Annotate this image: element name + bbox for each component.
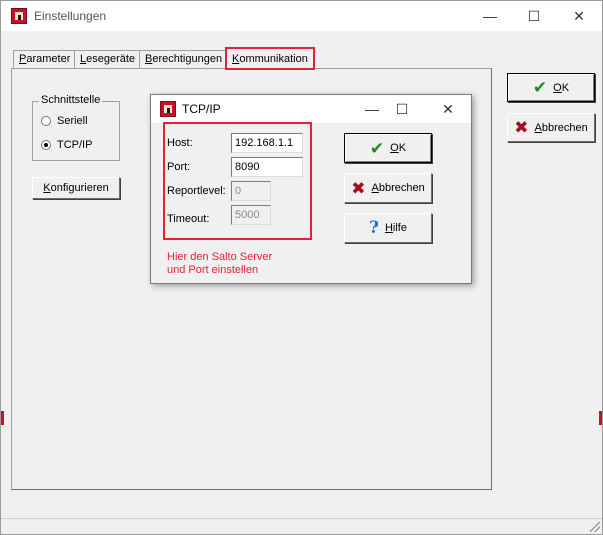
- radio-seriell[interactable]: Seriell: [41, 115, 88, 127]
- main-cancel-button[interactable]: ✖ Abbrechen: [507, 113, 595, 142]
- timeout-label: Timeout:: [167, 213, 210, 225]
- interface-group-label: Schnittstelle: [39, 94, 103, 106]
- help-icon: ?: [369, 217, 379, 238]
- timeout-input: [231, 205, 271, 225]
- status-bar: [1, 518, 602, 534]
- cross-icon: ✖: [514, 118, 529, 137]
- dialog-maximize-button[interactable]: ☐: [387, 98, 417, 120]
- dialog-help-button[interactable]: ? Hilfe: [344, 213, 432, 243]
- radio-tcpip-circle[interactable]: [41, 140, 51, 150]
- dialog-title-bar: TCP/IP — ☐ ✕: [151, 95, 471, 123]
- tab-kommunikation[interactable]: Kommunikation: [225, 47, 315, 70]
- note-line-2: und Port einstellen: [167, 264, 259, 276]
- edge-mark-left: [1, 411, 4, 425]
- minimize-button[interactable]: —: [475, 5, 505, 27]
- tab-parameter[interactable]: Parameter: [13, 50, 77, 69]
- tcpip-dialog: TCP/IP — ☐ ✕ Host: Port: Reportlevel: Ti…: [150, 94, 472, 284]
- radio-tcpip[interactable]: TCP/IP: [41, 139, 92, 151]
- size-grip[interactable]: [590, 522, 600, 532]
- reportlevel-label: Reportlevel:: [167, 185, 226, 197]
- note-line-1: Hier den Salto Server: [167, 251, 273, 263]
- host-label: Host:: [167, 137, 193, 149]
- dialog-check-icon: ✔: [369, 138, 385, 158]
- radio-seriell-label: Seriell: [57, 115, 88, 127]
- port-input[interactable]: [231, 157, 303, 177]
- check-icon: ✔: [532, 78, 548, 97]
- reportlevel-input: [231, 181, 271, 201]
- radio-seriell-circle[interactable]: [41, 116, 51, 126]
- host-input[interactable]: [231, 133, 303, 153]
- dialog-app-icon: [160, 101, 176, 117]
- close-button[interactable]: ✕: [564, 5, 594, 27]
- dialog-title: TCP/IP: [182, 102, 221, 116]
- main-ok-button[interactable]: ✔ OK: [507, 73, 595, 102]
- edge-mark-right: [599, 411, 602, 425]
- main-title-bar: Einstellungen — ☐ ✕: [1, 1, 602, 31]
- app-icon: [11, 8, 27, 24]
- salto-server-note: Hier den Salto Server und Port einstelle…: [167, 251, 272, 277]
- configure-button[interactable]: Konfigurieren: [32, 177, 120, 199]
- maximize-button[interactable]: ☐: [519, 5, 549, 27]
- interface-groupbox: Schnittstelle Seriell TCP/IP: [32, 94, 120, 161]
- port-label: Port:: [167, 161, 191, 173]
- window-title: Einstellungen: [34, 9, 107, 23]
- tab-berechtigungen[interactable]: Berechtigungen: [139, 50, 229, 69]
- dialog-cancel-button[interactable]: ✖ Abbrechen: [344, 173, 432, 203]
- dialog-close-button[interactable]: ✕: [433, 98, 463, 120]
- dialog-minimize-button[interactable]: —: [357, 98, 387, 120]
- dialog-cross-icon: ✖: [351, 178, 366, 198]
- dialog-ok-button[interactable]: ✔ OK: [344, 133, 432, 163]
- tab-lesegeraete[interactable]: Lesegeräte: [74, 50, 142, 69]
- radio-tcpip-label: TCP/IP: [57, 139, 93, 151]
